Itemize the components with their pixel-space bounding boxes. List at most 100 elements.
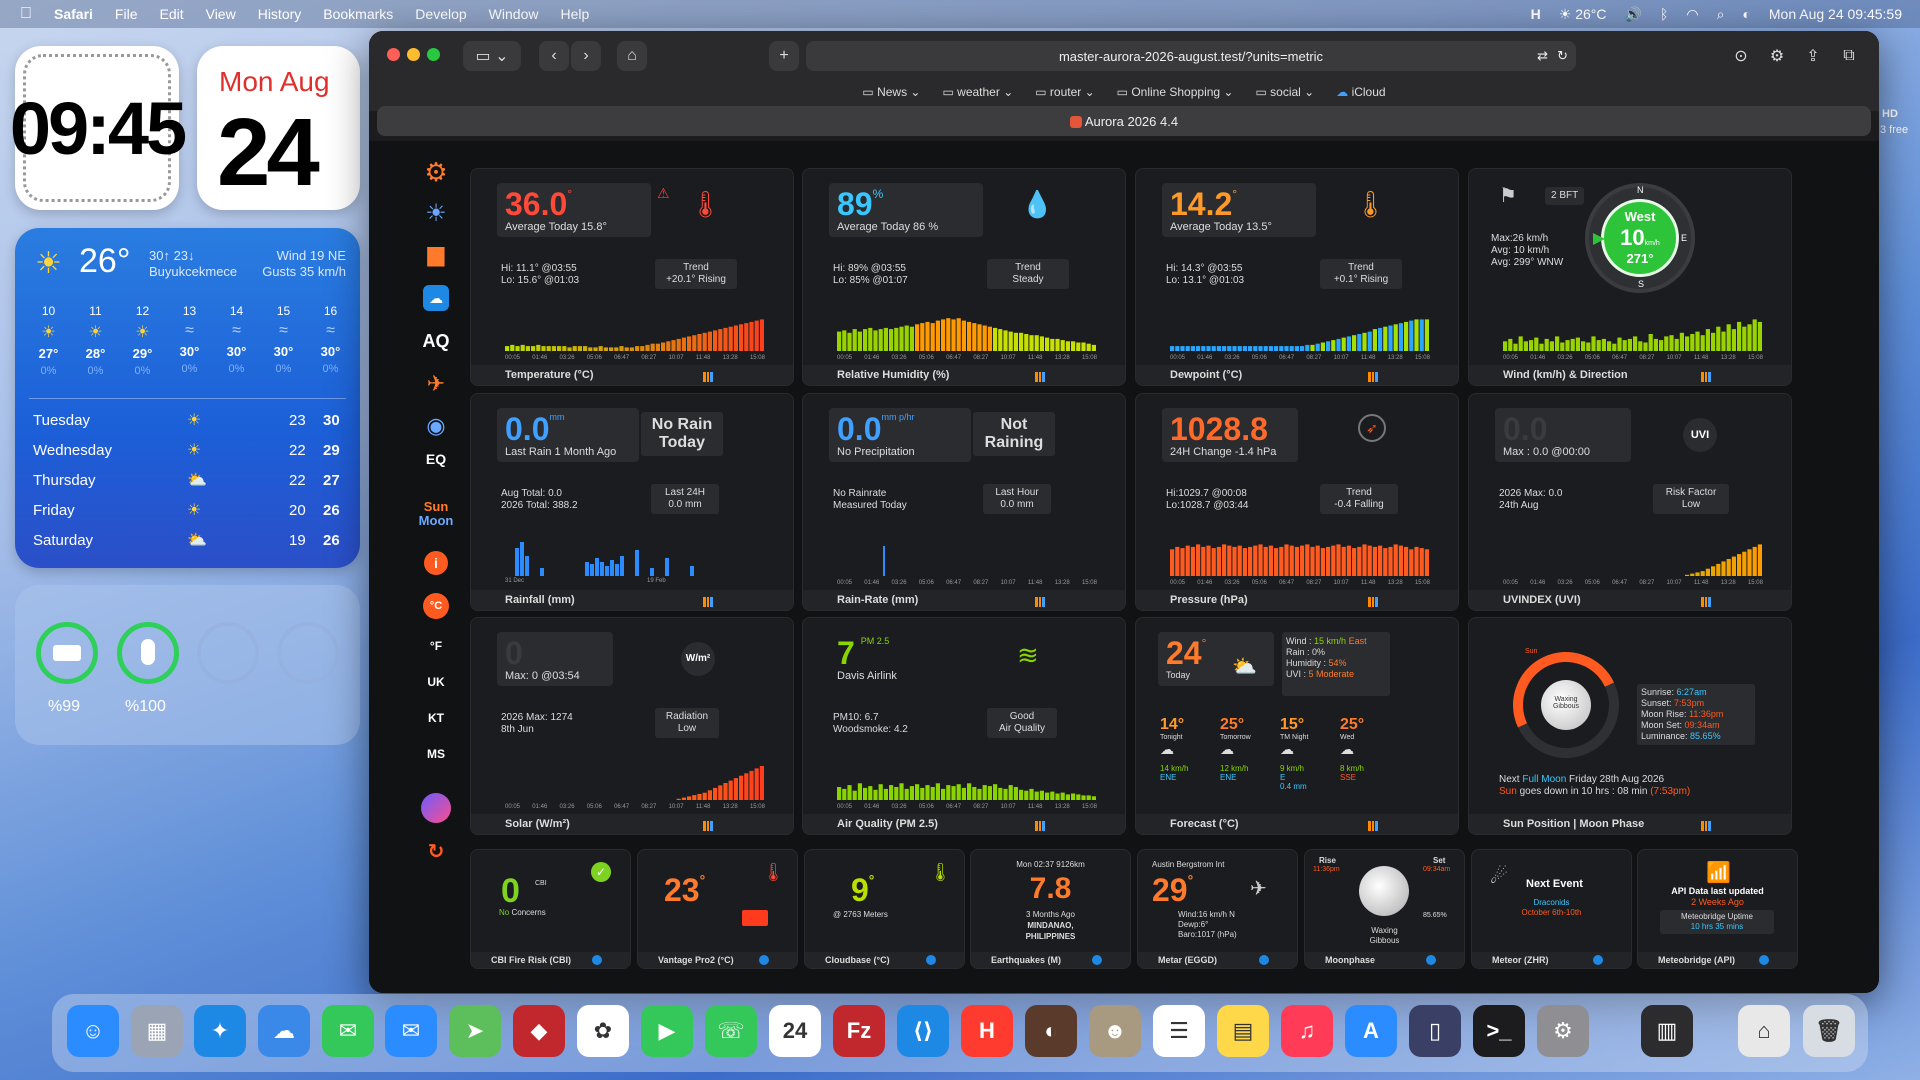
chart-link-icon[interactable] — [1035, 372, 1045, 382]
moonphase-card[interactable]: Rise 11:36pm Set 09:34am Waxing Gibbous 85.65%… — [1304, 849, 1465, 969]
bluetooth-icon[interactable]: ᛒ — [1660, 6, 1668, 22]
brightness-icon[interactable]: ☀ — [409, 199, 463, 228]
calendar-widget[interactable]: Mon Aug 24 — [197, 46, 360, 210]
bookmark-online-shopping[interactable]: ▭ Online Shopping ⌄ — [1117, 85, 1234, 99]
weather-app-icon[interactable]: ☁ — [409, 285, 463, 311]
wifi-icon[interactable]: ◠ — [1686, 6, 1698, 23]
chart-link-icon[interactable] — [1368, 821, 1378, 831]
music-icon[interactable]: ♫ — [1281, 1005, 1333, 1057]
vscode-icon[interactable]: ⟨⟩ — [897, 1005, 949, 1057]
menu-app[interactable]: Safari — [54, 6, 93, 22]
uv-card[interactable]: 0.0 Max : 0.0 @00:00 UVI 2026 Max: 0.0 24th … — [1468, 393, 1792, 611]
photos-icon[interactable]: ✿ — [577, 1005, 629, 1057]
trash-icon[interactable]: 🗑 — [1803, 1005, 1855, 1057]
reminders-icon[interactable]: ☰ — [1153, 1005, 1205, 1057]
mail-icon[interactable]: ✉ — [385, 1005, 437, 1057]
filezilla-icon[interactable]: Fz — [833, 1005, 885, 1057]
webcam-icon[interactable]: ◉ — [409, 413, 463, 439]
safari-window[interactable]: ▭ ⌄ ‹ › ⌂ + master-aurora-2026-august.te… — [369, 31, 1879, 993]
bookmark-icloud[interactable]: ☁ iCloud — [1336, 85, 1385, 99]
h-app-icon[interactable]: H — [1531, 6, 1541, 22]
chart-link-icon[interactable] — [1701, 597, 1711, 607]
bookmark-news[interactable]: ▭ News ⌄ — [862, 85, 920, 99]
vantage-card[interactable]: 23° 🌡 Vantage Pro2 (°C) — [637, 849, 798, 969]
terminal-icon[interactable]: >_ — [1473, 1005, 1525, 1057]
lamp-icon[interactable]: ◐ — [1025, 1005, 1077, 1057]
meteobridge-card[interactable]: 📶 API Data last updated 2 Weeks Ago Meteobr… — [1637, 849, 1798, 969]
sidebar-moon[interactable]: Moon — [409, 513, 463, 528]
sidebar-toggle-button[interactable]: ▭ ⌄ — [463, 41, 521, 71]
sidebar-sun[interactable]: Sun — [409, 499, 463, 514]
plus-circle-icon[interactable] — [1593, 955, 1603, 965]
plus-circle-icon[interactable] — [592, 955, 602, 965]
safari-icon[interactable]: ✦ — [194, 1005, 246, 1057]
menu-develop[interactable]: Develop — [415, 6, 466, 22]
notes-icon[interactable]: ▤ — [1217, 1005, 1269, 1057]
chart-link-icon[interactable] — [703, 372, 713, 382]
bookmark-weather[interactable]: ▭ weather ⌄ — [942, 85, 1013, 99]
dewpoint-card[interactable]: 14.2° Average Today 13.5° 🌡 Hi: 14.3° @03:5… — [1135, 168, 1459, 386]
pressure-card[interactable]: 1028.8 24H Change -1.4 hPa ➶ Hi:1029.7 @00:… — [1135, 393, 1459, 611]
app-store-icon[interactable]: A — [1345, 1005, 1397, 1057]
reload-icon[interactable]: ↻ — [1557, 48, 1568, 64]
aurora-logo[interactable] — [409, 793, 463, 826]
menu-window[interactable]: Window — [489, 6, 539, 22]
metar-card[interactable]: Austin Bergstrom Int 29° ✈ Wind:16 km/h N De… — [1137, 849, 1298, 969]
fire-risk-card[interactable]: 0 CBI No Concerns ✓ CBI Fire Risk (CBI) — [470, 849, 631, 969]
minimize-button[interactable] — [407, 48, 420, 61]
volume-icon[interactable]: 🔊 — [1625, 6, 1642, 23]
clock-widget[interactable]: 09:45 — [10, 46, 187, 210]
menubar-datetime[interactable]: Mon Aug 24 09:45:59 — [1769, 6, 1902, 22]
info-icon[interactable]: i — [409, 551, 463, 575]
menu-help[interactable]: Help — [560, 6, 589, 22]
forecast-card[interactable]: 24° Today ⛅ Wind : 15 km/h East Rain : 0% Hum… — [1135, 617, 1459, 835]
unit-uk[interactable]: UK — [409, 675, 463, 689]
plus-circle-icon[interactable] — [926, 955, 936, 965]
menu-edit[interactable]: Edit — [159, 6, 183, 22]
weather-icon[interactable]: ☁ — [258, 1005, 310, 1057]
chart-icon[interactable]: ▆ — [409, 241, 463, 267]
contacts-icon[interactable]: ☻ — [1089, 1005, 1141, 1057]
translate-icon[interactable]: ⇄ — [1537, 48, 1548, 64]
calendar-icon[interactable]: 24 — [769, 1005, 821, 1057]
unit-ms[interactable]: MS — [409, 747, 463, 761]
cloudbase-card[interactable]: 9° 🌡 @ 2763 Meters Cloudbase (°C) — [804, 849, 965, 969]
forward-button[interactable]: › — [571, 41, 601, 71]
unit-fahrenheit[interactable]: °F — [409, 639, 463, 653]
bookmark-social[interactable]: ▭ social ⌄ — [1255, 85, 1314, 99]
plus-circle-icon[interactable] — [1092, 955, 1102, 965]
close-button[interactable] — [387, 48, 400, 61]
bookmark-router[interactable]: ▭ router ⌄ — [1035, 85, 1094, 99]
air-quality-card[interactable]: 7 PM 2.5 Davis Airlink ≋ PM10: 6.7 Woodsmoke:… — [802, 617, 1126, 835]
refresh-icon[interactable]: ↻ — [409, 839, 463, 864]
finder-icon[interactable]: ☺ — [67, 1005, 119, 1057]
chart-link-icon[interactable] — [703, 821, 713, 831]
unit-kt[interactable]: KT — [409, 711, 463, 725]
tab-aurora[interactable]: Aurora 2026 4.4 — [1069, 114, 1178, 129]
launchpad-icon[interactable]: ▦ — [131, 1005, 183, 1057]
new-tab-button[interactable]: + — [769, 41, 799, 71]
menu-file[interactable]: File — [115, 6, 138, 22]
temperature-card[interactable]: 36.0° Average Today 15.8° 🌡 Hi: 11.1° @03:5… — [470, 168, 794, 386]
sun-moon-card[interactable]: Waxing Gibbous Sun Sunrise: 6:27am Sunset: … — [1468, 617, 1792, 835]
menu-bookmarks[interactable]: Bookmarks — [323, 6, 393, 22]
airplane-icon[interactable]: ✈ — [409, 371, 463, 397]
settings-gear-icon[interactable]: ⚙ — [409, 157, 463, 188]
solar-card[interactable]: 0 Max: 0 @03:54 W/m² 2026 Max: 1274 8th Jun R… — [470, 617, 794, 835]
plus-circle-icon[interactable] — [1259, 955, 1269, 965]
system-settings-icon[interactable]: ⚙ — [1537, 1005, 1589, 1057]
meteor-card[interactable]: ☄ Next Event Draconids October 6th-10th Mete… — [1471, 849, 1632, 969]
maps-icon[interactable]: ➤ — [449, 1005, 501, 1057]
apple-icon[interactable]:  — [20, 5, 32, 23]
h-app-icon[interactable]: H — [961, 1005, 1013, 1057]
facetime-icon[interactable]: ▶ — [641, 1005, 693, 1057]
back-button[interactable]: ‹ — [539, 41, 569, 71]
chart-link-icon[interactable] — [703, 597, 713, 607]
menu-view[interactable]: View — [206, 6, 236, 22]
chart-link-icon[interactable] — [1035, 821, 1045, 831]
weather-status[interactable]: ☀ 26°C — [1559, 6, 1607, 23]
plus-circle-icon[interactable] — [759, 955, 769, 965]
crane-app-icon[interactable]: ⌂ — [1738, 1005, 1790, 1057]
weather-station-app-icon[interactable]: ▥ — [1641, 1005, 1693, 1057]
sidebar-eq[interactable]: EQ — [409, 451, 463, 467]
